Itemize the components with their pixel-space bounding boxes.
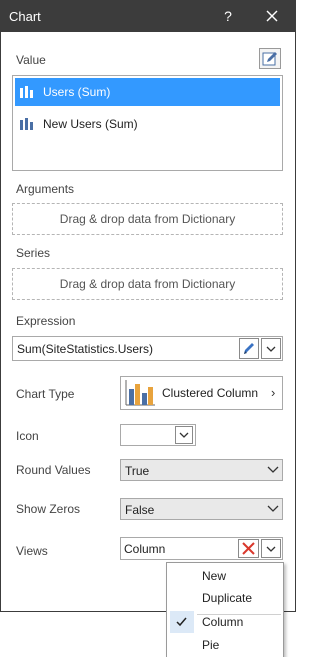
chart-type-label: Chart Type bbox=[16, 387, 75, 401]
menu-item-label: Column bbox=[202, 615, 244, 629]
expression-label: Expression bbox=[16, 314, 76, 328]
edit-value-button[interactable] bbox=[259, 48, 281, 69]
window-title: Chart bbox=[9, 9, 41, 24]
menu-item-label: Pie bbox=[202, 638, 220, 652]
edit-expression-button[interactable] bbox=[239, 338, 259, 359]
series-drop-zone[interactable]: Drag & drop data from Dictionary bbox=[12, 268, 283, 300]
value-item-new-users-sum[interactable]: New Users (Sum) bbox=[15, 110, 280, 138]
delete-view-button[interactable] bbox=[238, 539, 259, 558]
column-chart-icon bbox=[20, 86, 33, 98]
series-label: Series bbox=[16, 246, 51, 260]
expression-value: Sum(SiteStatistics.Users) bbox=[17, 342, 154, 356]
expression-field[interactable]: Sum(SiteStatistics.Users) bbox=[12, 336, 283, 361]
menu-item-column[interactable]: Column bbox=[167, 611, 283, 633]
value-item-label: Users (Sum) bbox=[43, 85, 111, 99]
show-zeros-value: False bbox=[125, 503, 155, 517]
views-value: Column bbox=[124, 542, 166, 556]
delete-icon bbox=[242, 542, 255, 555]
views-label: Views bbox=[16, 544, 48, 558]
icon-label: Icon bbox=[16, 429, 39, 443]
help-button[interactable]: ? bbox=[220, 4, 236, 28]
icon-selector[interactable] bbox=[120, 424, 196, 446]
title-bar: Chart ? bbox=[0, 0, 296, 32]
close-button[interactable] bbox=[262, 5, 282, 27]
chevron-down-icon bbox=[266, 546, 276, 552]
icon-dropdown-button[interactable] bbox=[175, 426, 193, 444]
pencil-icon bbox=[244, 343, 254, 354]
views-context-menu: New Duplicate Column Pie bbox=[166, 562, 284, 657]
show-zeros-label: Show Zeros bbox=[16, 502, 81, 516]
clustered-column-icon bbox=[125, 380, 155, 406]
value-item-label: New Users (Sum) bbox=[43, 117, 138, 131]
close-icon bbox=[266, 10, 278, 22]
menu-item-label: Duplicate bbox=[202, 591, 253, 605]
chevron-down-icon bbox=[267, 505, 279, 512]
value-label: Value bbox=[16, 53, 46, 67]
edit-icon bbox=[262, 52, 277, 66]
menu-item-pie[interactable]: Pie bbox=[167, 634, 283, 656]
column-chart-icon bbox=[20, 118, 33, 130]
show-zeros-select[interactable]: False bbox=[120, 498, 283, 520]
checkmark-icon bbox=[176, 617, 187, 627]
expression-dropdown-button[interactable] bbox=[261, 338, 281, 359]
chevron-right-icon: › bbox=[271, 385, 276, 400]
value-list[interactable]: Users (Sum) New Users (Sum) bbox=[12, 75, 283, 171]
chevron-down-icon bbox=[266, 346, 276, 352]
arguments-drop-zone[interactable]: Drag & drop data from Dictionary bbox=[12, 203, 283, 235]
value-item-users-sum[interactable]: Users (Sum) bbox=[15, 78, 280, 106]
chart-type-selector[interactable]: Clustered Column › bbox=[120, 376, 283, 410]
menu-item-new[interactable]: New bbox=[167, 565, 283, 587]
views-dropdown-button[interactable] bbox=[261, 539, 281, 558]
arguments-label: Arguments bbox=[16, 182, 75, 196]
views-field[interactable]: Column bbox=[120, 537, 283, 560]
round-values-value: True bbox=[125, 464, 150, 478]
chevron-down-icon bbox=[267, 466, 279, 473]
chevron-down-icon bbox=[179, 432, 189, 438]
round-values-select[interactable]: True bbox=[120, 459, 283, 481]
round-values-label: Round Values bbox=[16, 463, 91, 477]
chart-type-value: Clustered Column bbox=[162, 386, 259, 400]
menu-item-label: New bbox=[202, 569, 227, 583]
menu-item-duplicate[interactable]: Duplicate bbox=[167, 587, 283, 609]
